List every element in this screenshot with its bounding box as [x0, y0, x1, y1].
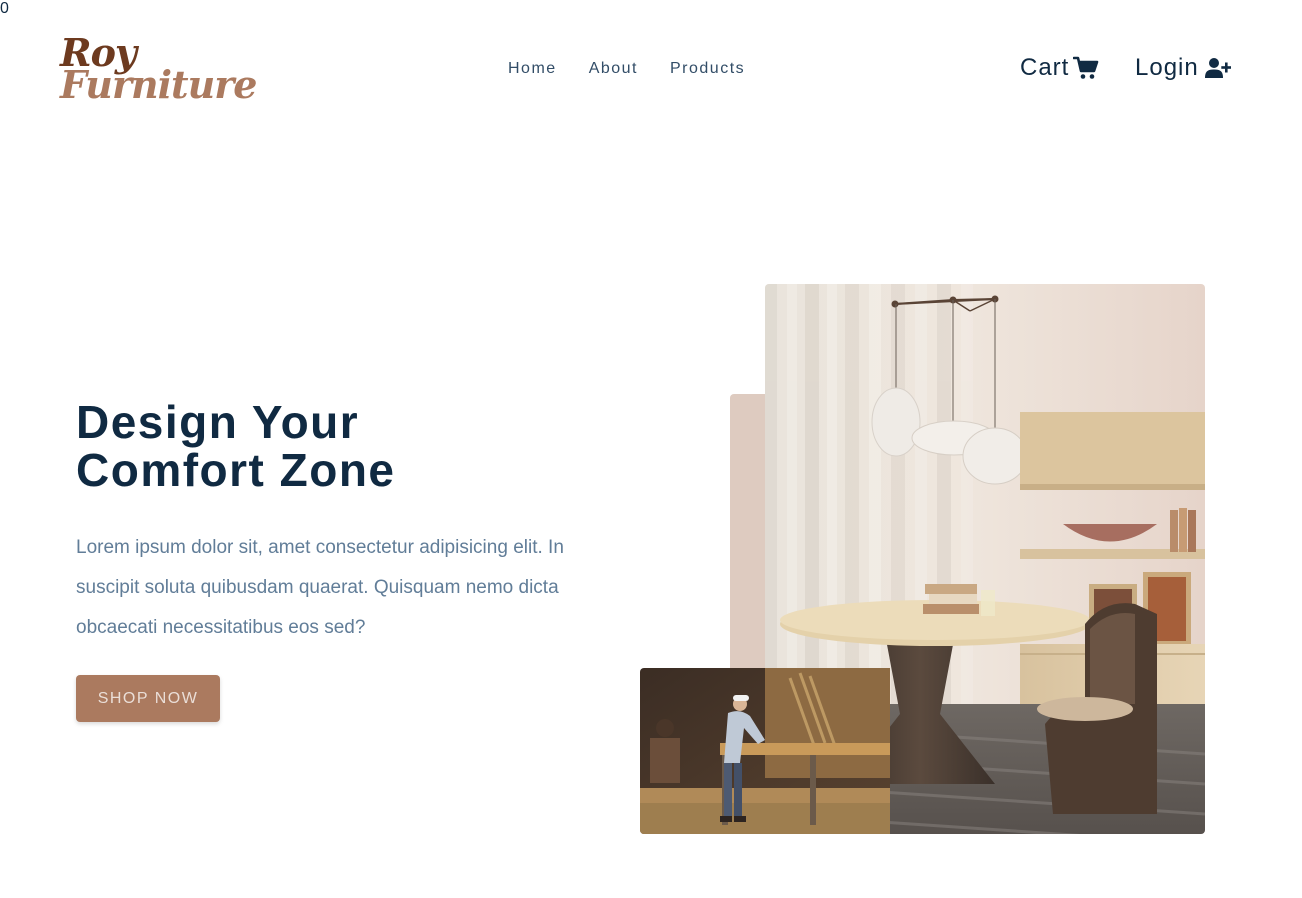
hero-title: Design Your Comfort Zone [76, 398, 396, 494]
hero-title-line-1: Design Your [76, 396, 360, 448]
shop-now-button[interactable]: Shop Now [76, 675, 220, 722]
brand-logo[interactable]: Roy Furniture [60, 34, 257, 106]
nav-link-home[interactable]: Home [508, 60, 557, 78]
login-button[interactable]: Login [1135, 54, 1232, 82]
shopping-cart-icon [1073, 56, 1099, 80]
login-label: Login [1135, 54, 1199, 81]
cart-label: Cart [1020, 54, 1070, 81]
hero-secondary-image [640, 668, 890, 834]
cart-button[interactable]: Cart [1020, 54, 1099, 82]
hero-description: Lorem ipsum dolor sit, amet consectetur … [76, 537, 564, 638]
main-nav: Home About Products [508, 60, 745, 78]
user-plus-icon [1204, 57, 1232, 79]
logo-line-2: Furniture [60, 62, 257, 107]
nav-link-about[interactable]: About [589, 60, 638, 78]
hero-title-line-2: Comfort Zone [76, 444, 396, 496]
cart-count-badge: 0 [0, 0, 9, 17]
nav-link-products[interactable]: Products [670, 60, 745, 78]
